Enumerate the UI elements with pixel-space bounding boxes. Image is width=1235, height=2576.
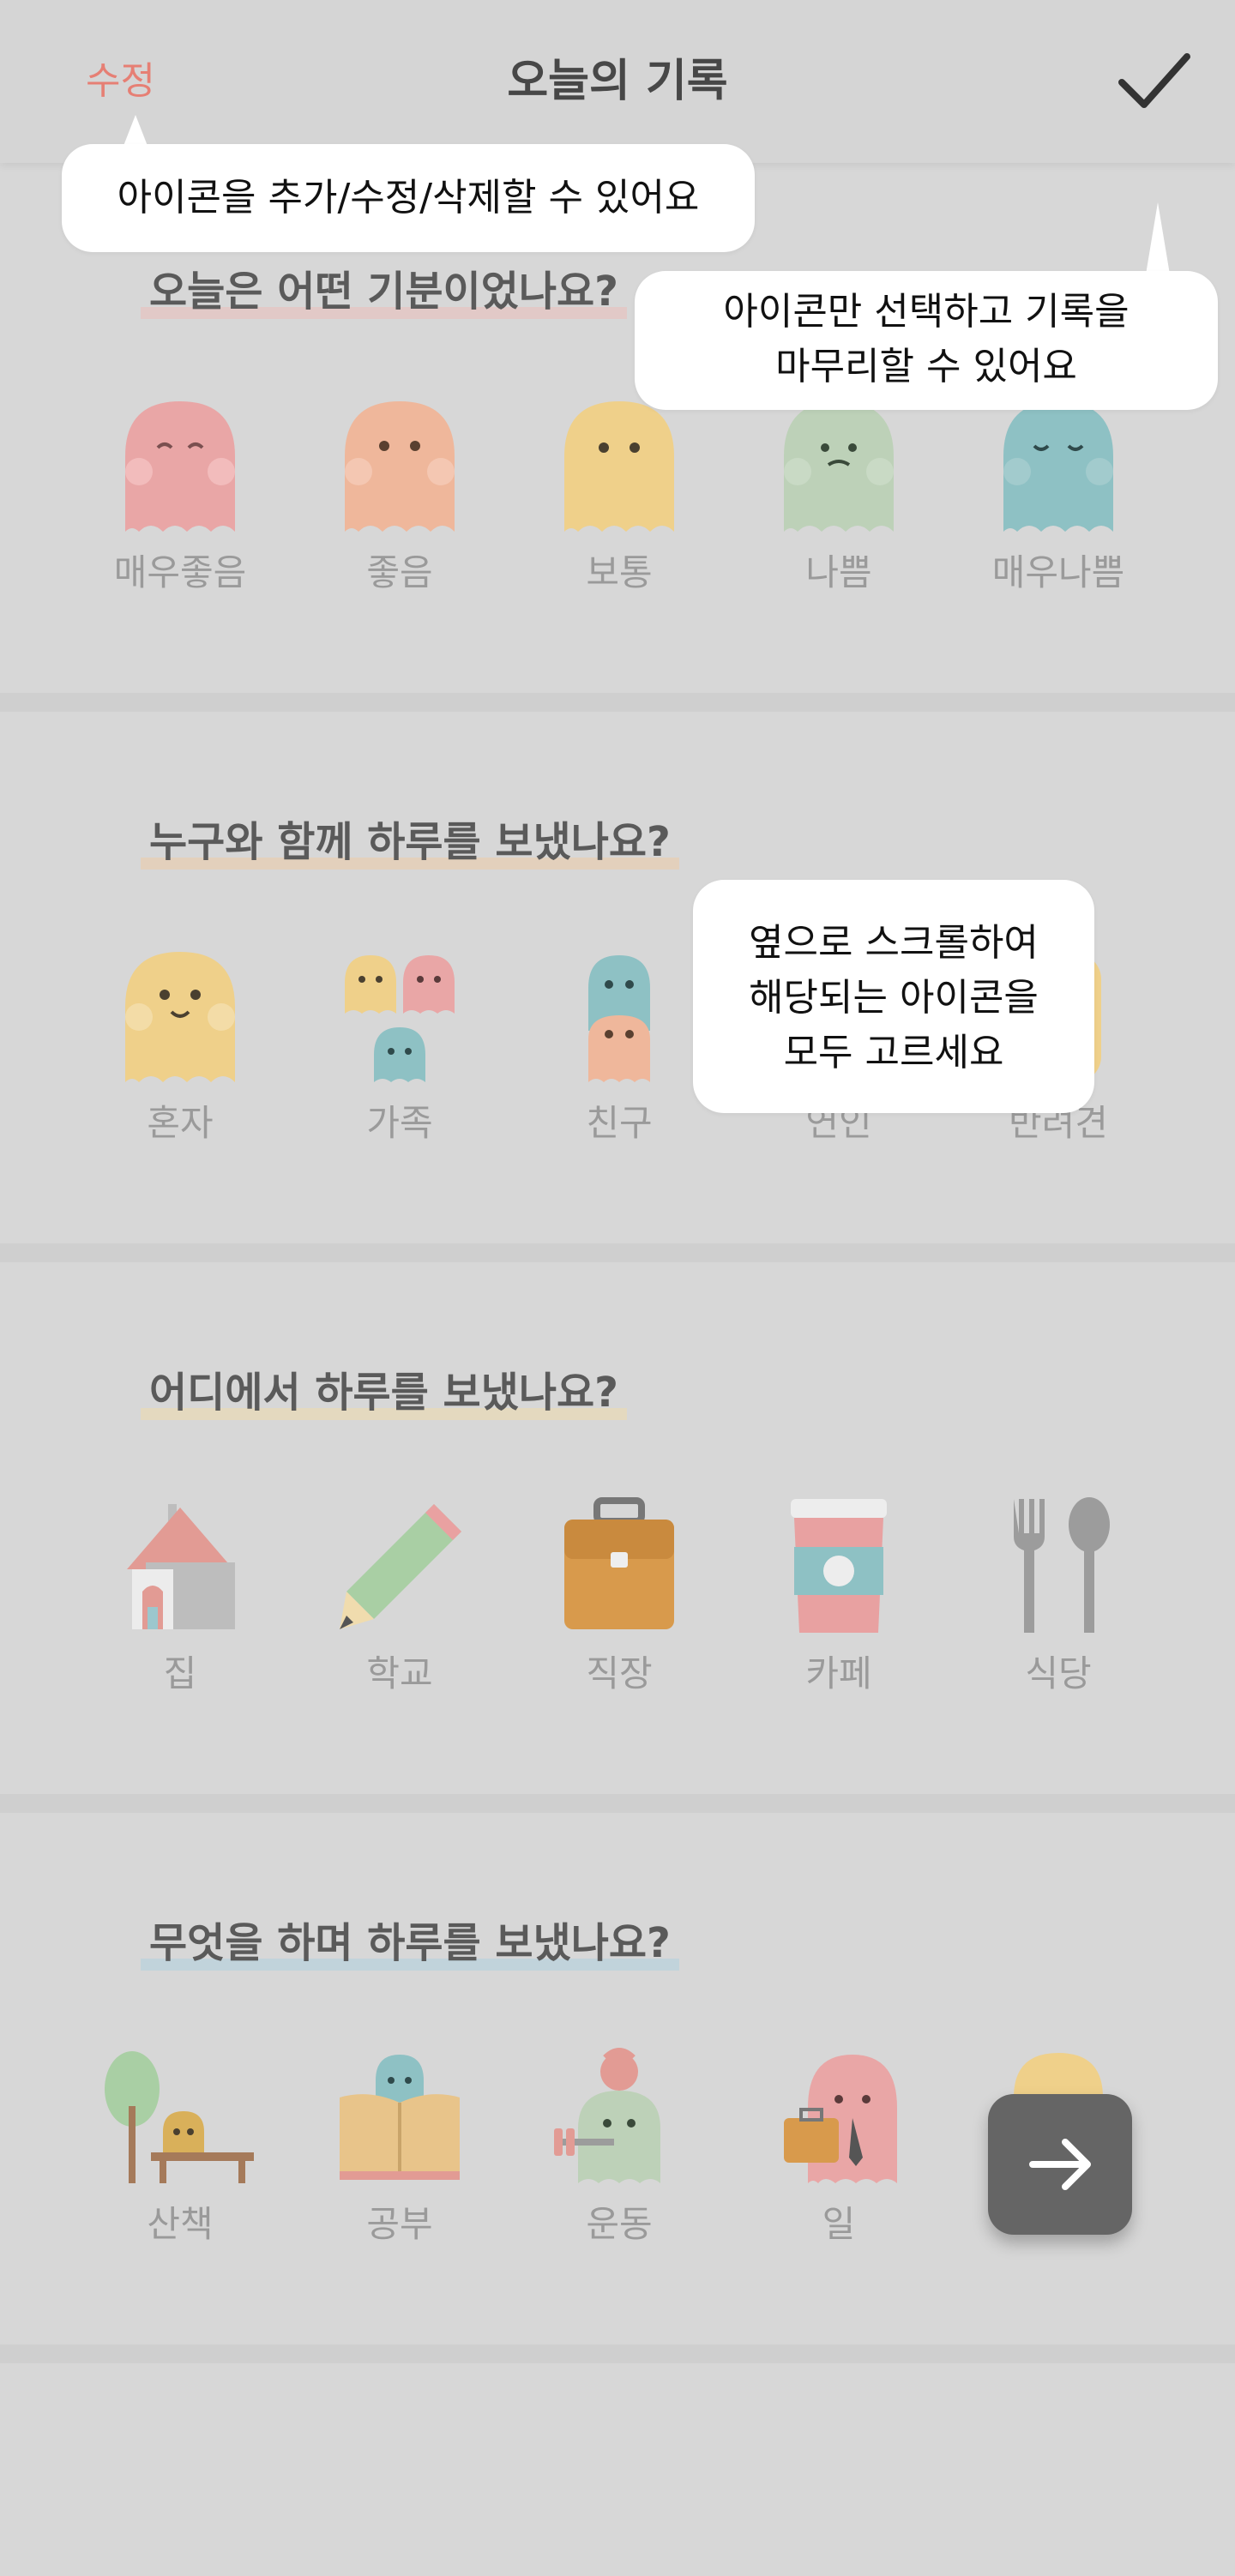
company-label: 친구 bbox=[586, 1102, 653, 1144]
family-ghosts-icon bbox=[345, 955, 455, 1082]
company-label: 가족 bbox=[366, 1102, 433, 1144]
app-header: 수정 오늘의 기록 bbox=[0, 0, 1235, 163]
place-label: 카페 bbox=[805, 1652, 872, 1694]
work-ghost-icon bbox=[784, 2055, 897, 2183]
activity-item-study[interactable]: 공부 bbox=[314, 2046, 485, 2248]
scroll-tooltip-line: 해당되는 아이콘을 bbox=[749, 976, 1039, 1020]
activity-item-walk[interactable]: 산책 bbox=[94, 2046, 266, 2248]
mood-label: 매우좋음 bbox=[113, 551, 247, 593]
ghost-very-bad-icon bbox=[1003, 401, 1113, 532]
ghost-bad-icon bbox=[784, 401, 894, 532]
confirm-tooltip-line: 마무리할 수 있어요 bbox=[775, 345, 1077, 388]
place-label: 학교 bbox=[366, 1652, 433, 1694]
section-title-mood: 오늘은 어떤 기분이었나요? bbox=[141, 266, 628, 319]
place-label: 집 bbox=[163, 1652, 197, 1694]
pencil-icon bbox=[340, 1504, 461, 1629]
scroll-tooltip-line: 옆으로 스크롤하여 bbox=[749, 921, 1039, 965]
coffee-cup-icon bbox=[791, 1499, 887, 1633]
study-book-icon bbox=[340, 2055, 460, 2180]
section-title-activity: 무엇을 하며 하루를 보냈나요? bbox=[141, 1917, 679, 1971]
section-divider bbox=[0, 1243, 1235, 1262]
section-title-text: 누구와 함께 하루를 보냈나요? bbox=[149, 818, 671, 866]
next-button[interactable] bbox=[988, 2094, 1132, 2235]
house-icon bbox=[127, 1504, 235, 1629]
activity-label: 일 bbox=[822, 2203, 856, 2245]
tooltip-pointer bbox=[1146, 202, 1170, 274]
section-title-text: 오늘은 어떤 기분이었나요? bbox=[149, 268, 619, 316]
place-item-work[interactable]: 직장 bbox=[533, 1496, 705, 1697]
section-divider bbox=[0, 693, 1235, 712]
scroll-tooltip: 옆으로 스크롤하여 해당되는 아이콘을 모두 고르세요 bbox=[693, 880, 1094, 1113]
activity-label: 공부 bbox=[366, 2203, 433, 2245]
alone-ghost-icon bbox=[125, 952, 235, 1082]
place-icon-row: 집 학교 직장 카페 식당 bbox=[94, 1496, 1141, 1701]
place-item-cafe[interactable]: 카페 bbox=[753, 1496, 925, 1697]
exercise-kettlebell-icon bbox=[554, 2048, 660, 2183]
place-item-restaurant[interactable]: 식당 bbox=[973, 1496, 1144, 1697]
mood-label: 보통 bbox=[586, 551, 653, 593]
walk-tree-bench-icon bbox=[105, 2051, 254, 2183]
ghost-very-good-icon bbox=[125, 401, 235, 532]
section-divider bbox=[0, 1794, 1235, 1813]
arrow-right-icon bbox=[1029, 2139, 1091, 2190]
mood-item-bad[interactable]: 나쁨 bbox=[753, 394, 925, 596]
company-item-alone[interactable]: 혼자 bbox=[94, 945, 266, 1147]
section-title-text: 어디에서 하루를 보냈나요? bbox=[149, 1369, 619, 1417]
company-item-friend[interactable]: 친구 bbox=[533, 945, 705, 1147]
place-item-school[interactable]: 학교 bbox=[314, 1496, 485, 1697]
edit-tooltip-text: 아이콘을 추가/수정/삭제할 수 있어요 bbox=[117, 176, 700, 220]
page-title: 오늘의 기록 bbox=[507, 56, 728, 107]
activity-label: 산책 bbox=[147, 2203, 214, 2245]
friend-ghosts-icon bbox=[588, 955, 650, 1082]
check-icon[interactable] bbox=[1115, 48, 1192, 117]
mood-icon-row: 매우좋음 좋음 보통 나쁨 매우나쁨 bbox=[94, 394, 1141, 600]
ghost-good-icon bbox=[345, 401, 455, 532]
activity-icon-row: 산책 공부 운동 일 bbox=[94, 2046, 1141, 2252]
briefcase-icon bbox=[564, 1497, 674, 1629]
place-label: 직장 bbox=[586, 1652, 653, 1694]
place-label: 식당 bbox=[1025, 1652, 1092, 1694]
company-item-family[interactable]: 가족 bbox=[314, 945, 485, 1147]
section-title-place: 어디에서 하루를 보냈나요? bbox=[141, 1367, 628, 1420]
fork-spoon-icon bbox=[1014, 1497, 1110, 1633]
place-item-home[interactable]: 집 bbox=[94, 1496, 266, 1697]
mood-label: 나쁨 bbox=[805, 551, 872, 593]
section-title-text: 무엇을 하며 하루를 보냈나요? bbox=[149, 1919, 671, 1967]
mood-label: 매우나쁨 bbox=[991, 551, 1125, 593]
company-label: 혼자 bbox=[147, 1102, 214, 1144]
section-divider bbox=[0, 2344, 1235, 2363]
activity-item-exercise[interactable]: 운동 bbox=[533, 2046, 705, 2248]
section-title-company: 누구와 함께 하루를 보냈나요? bbox=[141, 816, 679, 870]
mood-item-very-bad[interactable]: 매우나쁨 bbox=[973, 394, 1144, 596]
mood-item-normal[interactable]: 보통 bbox=[533, 394, 705, 596]
mood-item-very-good[interactable]: 매우좋음 bbox=[94, 394, 266, 596]
ghost-normal-icon bbox=[564, 401, 674, 532]
confirm-tooltip: 아이콘만 선택하고 기록을 마무리할 수 있어요 bbox=[635, 271, 1218, 410]
scroll-tooltip-line: 모두 고르세요 bbox=[783, 1031, 1004, 1074]
confirm-tooltip-line: 아이콘만 선택하고 기록을 bbox=[723, 290, 1130, 334]
mood-item-good[interactable]: 좋음 bbox=[314, 394, 485, 596]
mood-label: 좋음 bbox=[366, 551, 433, 593]
activity-label: 운동 bbox=[586, 2203, 653, 2245]
activity-item-work[interactable]: 일 bbox=[753, 2046, 925, 2248]
edit-tooltip: 아이콘을 추가/수정/삭제할 수 있어요 bbox=[62, 144, 755, 252]
